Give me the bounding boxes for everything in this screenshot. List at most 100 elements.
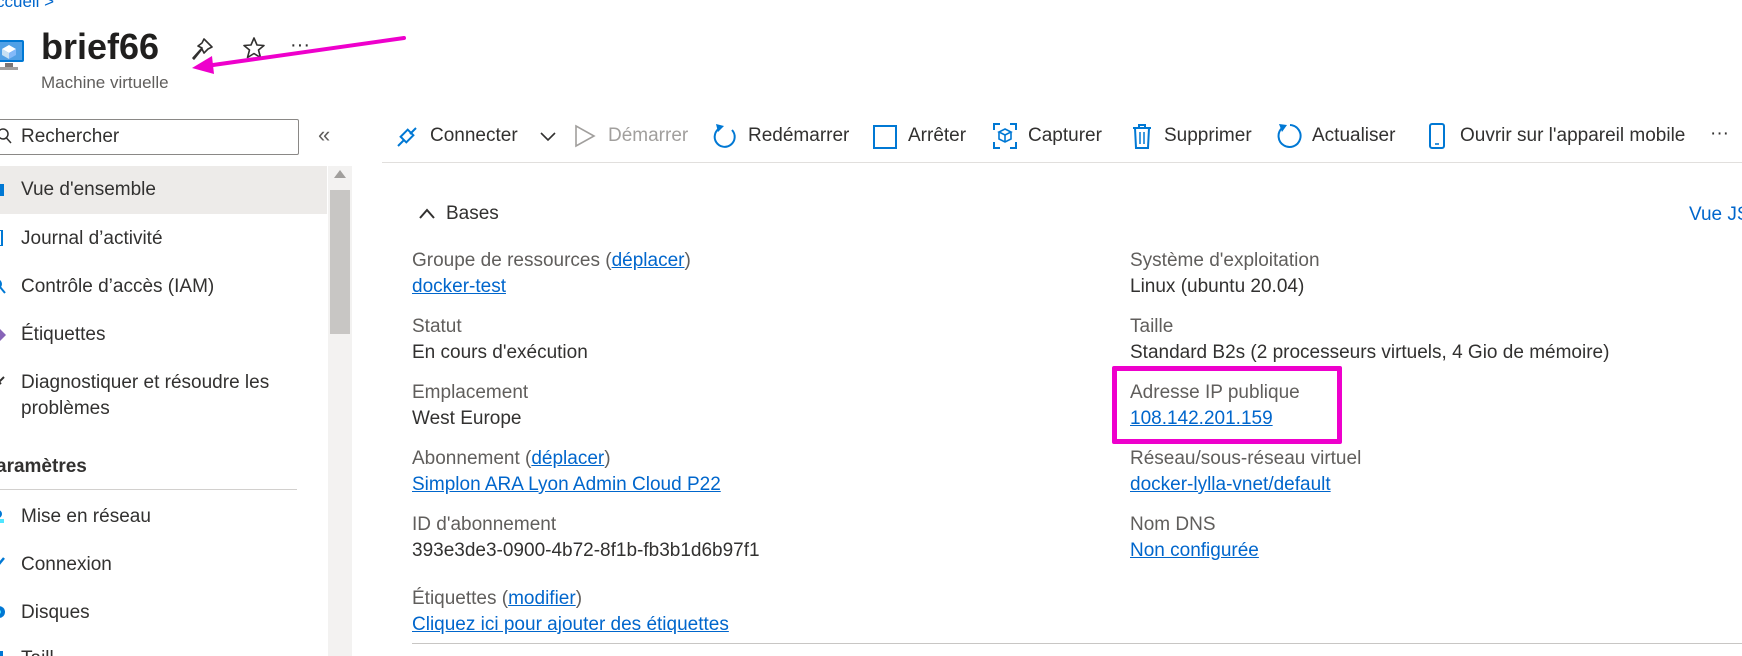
sidebar-item-overview[interactable]: Vue d'ensemble — [0, 166, 327, 214]
search-icon — [0, 128, 12, 144]
location-label: Emplacement — [412, 382, 529, 403]
modify-tags-link[interactable]: modifier — [508, 588, 576, 609]
annotation-highlight-box — [1112, 366, 1342, 444]
dns-link[interactable]: Non configurée — [1130, 540, 1259, 562]
sidebar-item-activity-log[interactable]: Journal d’activité — [0, 226, 327, 252]
sidebar-item-label: Étiquettes — [21, 324, 106, 345]
tags-icon — [0, 329, 6, 341]
sidebar-item-label: Mise en réseau — [21, 506, 151, 527]
delete-label: Supprimer — [1164, 125, 1252, 146]
scrollbar-thumb[interactable] — [330, 190, 350, 334]
sidebar-item-size[interactable]: Taill — [0, 646, 327, 656]
activity-log-icon — [0, 230, 3, 246]
scroll-up-arrow-icon[interactable] — [334, 170, 346, 178]
size-value: Standard B2s (2 processeurs virtuels, 4 … — [1130, 342, 1610, 363]
sidebar-item-disks[interactable]: Disques — [0, 600, 327, 626]
command-bar: Connecter Démarrer Redémarrer Arrêter Ca… — [382, 118, 1742, 154]
networking-icon — [0, 510, 4, 523]
sidebar-item-label: Contrôle d’accès (IAM) — [21, 276, 215, 297]
diagnose-icon — [0, 376, 5, 385]
location-value: West Europe — [412, 408, 522, 429]
delete-button[interactable]: Supprimer — [1130, 118, 1260, 154]
iam-icon — [0, 280, 6, 294]
connect-label: Connecter — [430, 125, 518, 146]
size-icon — [0, 651, 3, 656]
os-value: Linux (ubuntu 20.04) — [1130, 276, 1305, 297]
os-label: Système d'exploitation — [1130, 250, 1320, 271]
connect-icon — [397, 127, 417, 147]
pin-icon[interactable] — [192, 37, 214, 61]
chevron-down-icon — [540, 132, 556, 142]
capture-label: Capturer — [1028, 125, 1102, 146]
section-divider — [0, 489, 297, 490]
capture-icon — [993, 123, 1017, 149]
subscription-link[interactable]: Simplon ARA Lyon Admin Cloud P22 — [412, 474, 721, 496]
sidebar-item-label: Diagnostiquer et résoudre les — [21, 372, 270, 393]
search-box[interactable] — [0, 119, 299, 155]
sidebar-item-connect[interactable]: Connexion — [0, 552, 327, 578]
stop-button[interactable]: Arrêter — [872, 118, 982, 154]
disks-icon — [0, 606, 5, 618]
move-subscription-link[interactable]: déplacer — [531, 448, 604, 469]
start-button[interactable]: Démarrer — [572, 118, 702, 154]
mobile-icon — [1429, 123, 1445, 149]
sidebar-item-iam[interactable]: Contrôle d’accès (IAM) — [0, 274, 327, 300]
status-label: Statut — [412, 316, 462, 337]
public-ip-link[interactable]: 108.142.201.159 — [1130, 408, 1273, 430]
stop-icon — [873, 125, 897, 149]
public-ip-label: Adresse IP publique — [1130, 382, 1300, 403]
json-view-link[interactable]: Vue JS — [1689, 204, 1742, 226]
sidebar-item-label: Connexion — [21, 554, 112, 575]
restart-icon — [713, 124, 736, 148]
page-subtitle: Machine virtuelle — [41, 73, 169, 92]
status-value: En cours d'exécution — [412, 342, 588, 363]
breadcrumb[interactable]: ccueil > — [0, 0, 54, 12]
subscription-id-label: ID d'abonnement — [412, 514, 557, 535]
size-label: Taille — [1130, 316, 1174, 337]
sidebar-scrollbar[interactable] — [328, 166, 352, 656]
restart-button[interactable]: Redémarrer — [712, 118, 862, 154]
tags-label: Étiquettes (modifier) — [412, 588, 583, 609]
subscription-id-value: 393e3de3-0900-4b72-8f1b-fb3b1d6b97f1 — [412, 540, 760, 561]
delete-icon — [1133, 124, 1151, 149]
search-input[interactable] — [21, 124, 291, 150]
chevron-up-icon — [419, 208, 435, 219]
star-icon[interactable] — [242, 36, 266, 60]
add-tags-link[interactable]: Cliquez ici pour ajouter des étiquettes — [412, 614, 729, 636]
sidebar-item-networking[interactable]: Mise en réseau — [0, 504, 327, 530]
move-resource-group-link[interactable]: déplacer — [612, 250, 685, 271]
refresh-label: Actualiser — [1312, 125, 1396, 146]
section-title-settings: aramètres — [0, 456, 87, 477]
sidebar-item-label-line2: problèmes — [21, 398, 110, 419]
mobile-label: Ouvrir sur l'appareil mobile — [1460, 125, 1686, 146]
connect-icon — [0, 557, 5, 565]
sidebar-item-label: Vue d'ensemble — [21, 179, 156, 200]
virtual-machine-icon — [0, 40, 24, 70]
more-options-icon[interactable]: ··· — [290, 34, 310, 57]
overview-icon — [0, 184, 4, 196]
sidebar-item-tags[interactable]: Étiquettes — [0, 322, 327, 348]
refresh-button[interactable]: Actualiser — [1276, 118, 1406, 154]
page-title: brief66 — [41, 26, 160, 67]
open-mobile-button[interactable]: Ouvrir sur l'appareil mobile — [1424, 118, 1694, 154]
resource-group-label: Groupe de ressources (déplacer) — [412, 250, 691, 271]
collapse-sidebar-button[interactable]: « — [318, 122, 330, 148]
essentials-divider — [412, 643, 1742, 644]
command-bar-divider — [382, 162, 1742, 163]
capture-button[interactable]: Capturer — [992, 118, 1112, 154]
sidebar-item-label: Disques — [21, 602, 90, 623]
dns-label: Nom DNS — [1130, 514, 1216, 535]
restart-label: Redémarrer — [748, 125, 850, 146]
vnet-label: Réseau/sous-réseau virtuel — [1130, 448, 1362, 469]
vnet-link[interactable]: docker-lylla-vnet/default — [1130, 474, 1331, 496]
resource-group-link[interactable]: docker-test — [412, 276, 506, 298]
more-commands-button[interactable]: ··· — [1710, 116, 1740, 152]
essentials-label: Bases — [446, 203, 499, 224]
stop-label: Arrêter — [908, 125, 967, 146]
connect-button[interactable]: Connecter — [394, 118, 556, 154]
sidebar-item-label: Taill — [21, 646, 54, 656]
subscription-label: Abonnement (déplacer) — [412, 448, 611, 469]
start-label: Démarrer — [608, 125, 689, 146]
sidebar-item-label: Journal d’activité — [21, 228, 163, 249]
sidebar-item-diagnose[interactable]: Diagnostiquer et résoudre les problèmes — [0, 370, 327, 422]
